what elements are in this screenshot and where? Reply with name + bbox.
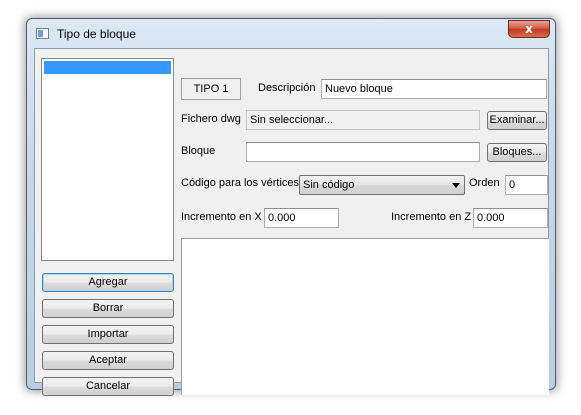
browse-button[interactable]: Examinar... <box>487 111 547 130</box>
chevron-down-icon <box>452 183 460 188</box>
window-app-icon <box>36 28 49 39</box>
title-bar[interactable]: Tipo de bloque x <box>27 19 555 49</box>
delete-button[interactable]: Borrar <box>42 299 174 318</box>
add-button[interactable]: Agregar <box>42 273 174 292</box>
block-type-label: TIPO 1 <box>181 78 241 100</box>
dwg-file-label: Fichero dwg <box>181 113 241 125</box>
description-label: Descripción <box>258 82 316 94</box>
cancel-button[interactable]: Cancelar <box>42 377 174 396</box>
order-label: Orden <box>469 177 500 189</box>
increment-z-field[interactable]: 0.000 <box>473 208 548 228</box>
import-button[interactable]: Importar <box>42 325 174 344</box>
vertex-code-label: Código para los vértices <box>181 177 300 189</box>
increment-z-label: Incremento en Z <box>391 211 472 223</box>
dialog-window: Tipo de bloque x 1 Nuevo bloque Agregar … <box>26 18 556 396</box>
list-item-label: Nuevo bloque <box>66 87 134 99</box>
increment-x-field[interactable]: 0.000 <box>264 208 339 228</box>
block-field[interactable] <box>246 142 480 162</box>
block-list[interactable]: 1 Nuevo bloque <box>41 58 174 261</box>
window-title: Tipo de bloque <box>57 27 136 41</box>
list-item[interactable]: 1 Nuevo bloque <box>44 61 171 99</box>
dwg-file-field[interactable]: Sin seleccionar... <box>246 110 480 130</box>
dialog-client-area: 1 Nuevo bloque Agregar Borrar Importar A… <box>34 48 549 396</box>
block-preview-panel <box>181 238 549 395</box>
close-button[interactable]: x <box>508 20 550 38</box>
vertex-code-value: Sin código <box>303 179 355 191</box>
description-field[interactable]: Nuevo bloque <box>321 79 547 99</box>
blocks-button[interactable]: Bloques... <box>487 143 547 162</box>
order-field[interactable]: 0 <box>505 175 548 195</box>
block-label: Bloque <box>181 145 216 157</box>
vertex-code-select[interactable]: Sin código <box>299 175 465 195</box>
list-item-number: 1 <box>46 74 53 86</box>
increment-x-label: Incremento en X <box>181 211 262 223</box>
accept-button[interactable]: Aceptar <box>42 351 174 370</box>
